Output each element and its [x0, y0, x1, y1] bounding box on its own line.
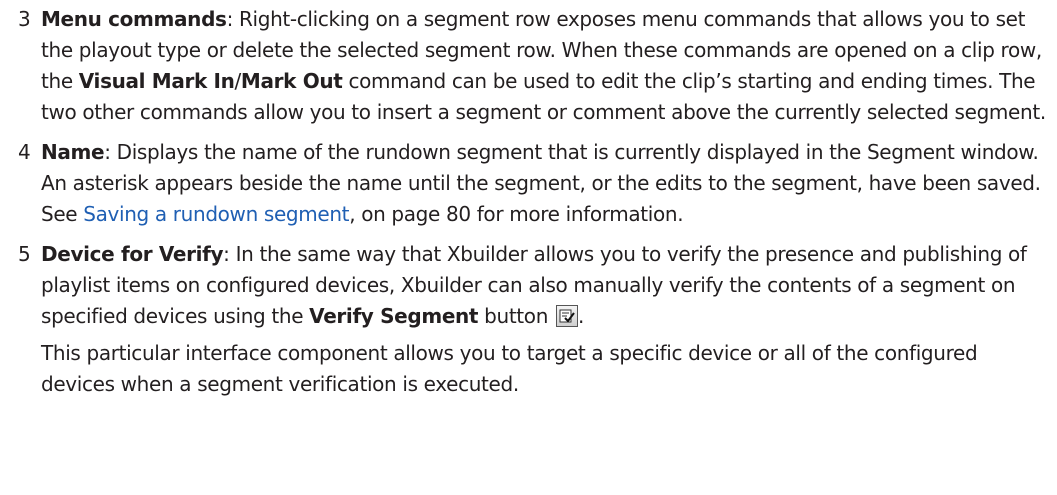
item-number: 5	[18, 242, 31, 266]
term-mark-out: Mark Out	[240, 69, 343, 93]
document-body: 3 Menu commands: Right-clicking on a seg…	[0, 4, 1057, 409]
paragraph-text: button	[478, 304, 555, 328]
saving-rundown-segment-link[interactable]: Saving a rundown segment	[83, 202, 349, 226]
list-item-name: 4 Name: Displays the name of the rundown…	[0, 137, 1057, 230]
item-paragraph-secondary: This particular interface component allo…	[41, 341, 978, 396]
paragraph-text: .	[578, 304, 585, 328]
term-name: Name	[41, 140, 105, 164]
verify-segment-icon	[556, 305, 579, 327]
list-item-device-for-verify: 5 Device for Verify: In the same way tha…	[0, 239, 1057, 400]
item-number: 3	[18, 7, 31, 31]
item-paragraph: Name: Displays the name of the rundown s…	[41, 137, 1051, 230]
list-item-menu-commands: 3 Menu commands: Right-clicking on a seg…	[0, 4, 1057, 128]
term-visual-mark-in: Visual Mark In	[78, 69, 235, 93]
item-paragraph: Device for Verify: In the same way that …	[41, 239, 1051, 332]
term-menu-commands: Menu commands	[41, 7, 227, 31]
term-device-for-verify: Device for Verify	[41, 242, 224, 266]
paragraph-text: , on page 80 for more information.	[349, 202, 684, 226]
item-number: 4	[18, 140, 31, 164]
item-paragraph: Menu commands: Right-clicking on a segme…	[41, 4, 1051, 128]
term-verify-segment: Verify Segment	[309, 304, 479, 328]
